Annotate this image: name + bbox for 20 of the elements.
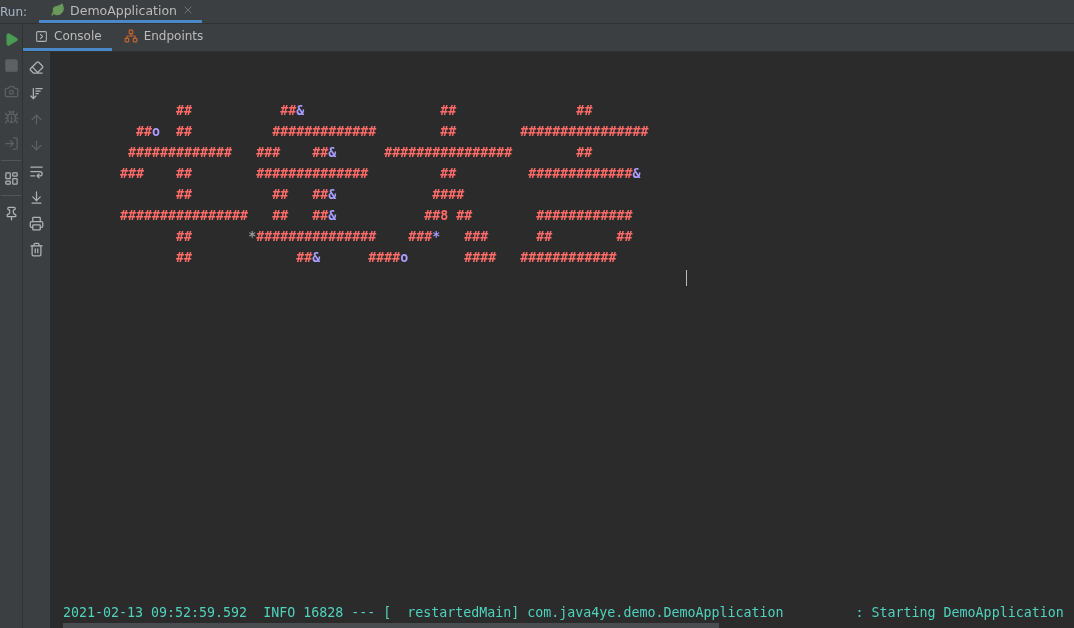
ascii-art-line: ############# ### ##& ################ ## [127,144,594,162]
endpoints-icon [123,29,138,43]
layout-icon[interactable] [2,169,20,187]
tab[interactable]: Endpoints [111,24,214,51]
ascii-art-line: ##o ## ############# ## ################ [135,123,650,141]
log-line: 2021-02-13 09:52:59.592 INFO 16828 --- [ restartedMain] com.java4ye.demo.DemoApplication : Starting DemoApplication [62,604,1065,622]
ascii-art-line: ## *############### ###* ### ## ## [175,228,634,246]
run-label: Run: [0,3,29,21]
horizontal-scrollbar[interactable] [63,623,719,628]
ascii-art-line: ### ## ############## ## #############& [119,165,642,183]
ascii-art-line: ## ##& ## ## [175,102,594,120]
ascii-art-line: ## ##& ####o #### ############ [175,249,618,267]
spring-leaf-icon [51,3,66,17]
console-icon [35,29,48,43]
ascii-art-line: ################ ## ##& ##8 ## ############ [119,207,634,225]
text-cursor [686,270,687,286]
ascii-art-line: ## ## ##& #### [175,186,466,204]
printer-icon[interactable] [27,214,46,232]
eraser-icon[interactable] [27,58,46,76]
trash-icon[interactable] [27,240,46,258]
